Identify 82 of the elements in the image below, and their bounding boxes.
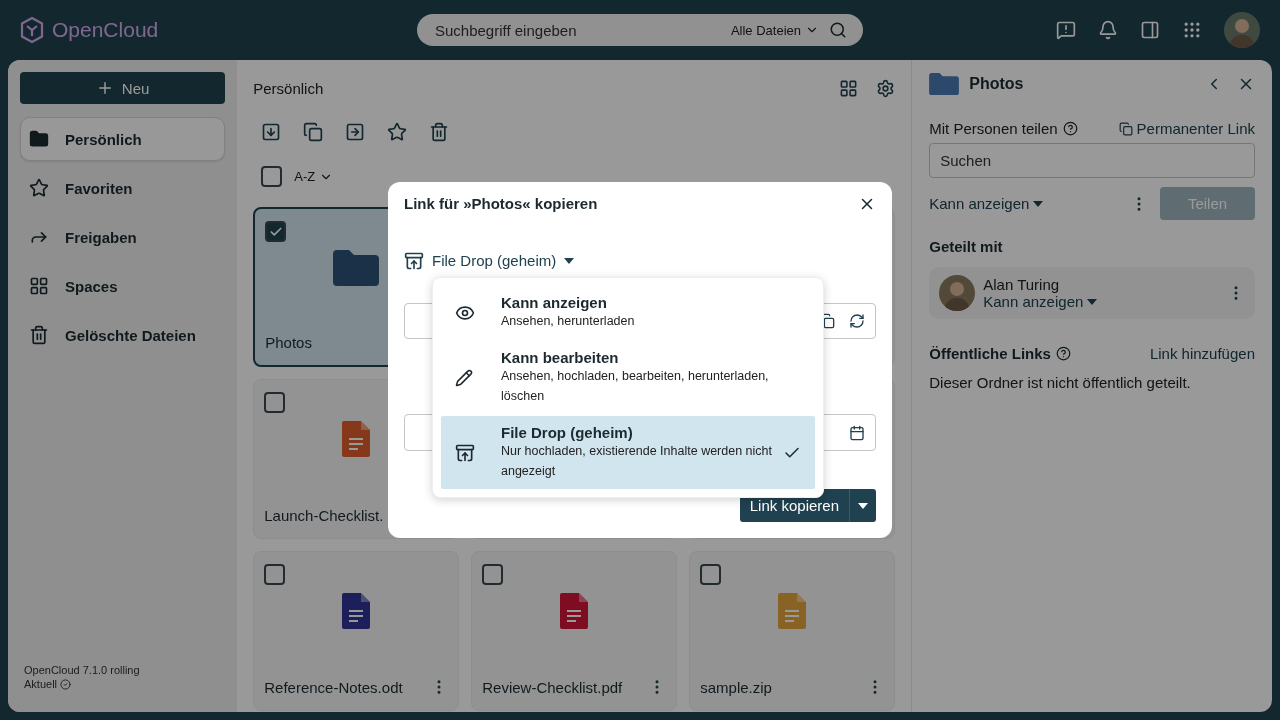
upload-box-icon [404, 250, 424, 271]
trash-icon [29, 325, 49, 345]
move-icon[interactable] [345, 122, 366, 142]
caret-icon [1087, 298, 1098, 305]
section-title: Geteilt mit [929, 238, 1004, 255]
role-dropdown[interactable]: Kann anzeigen [929, 195, 1044, 212]
copy-icon [1118, 121, 1133, 136]
user-avatar [1224, 12, 1260, 48]
checkbox[interactable] [265, 221, 287, 242]
archive-file-icon [778, 593, 807, 629]
sidebar-item[interactable]: Freigaben [20, 215, 226, 259]
folder-icon [333, 250, 380, 286]
settings-icon[interactable] [876, 78, 896, 98]
option-description: Nur hochladen, existierende Inhalte werden nicht angezeigt [501, 443, 773, 480]
file-name: Launch-Checklist. [264, 507, 384, 524]
file-card[interactable]: Reference-Notes.odt [253, 551, 460, 711]
checkbox[interactable] [482, 564, 504, 585]
help-icon[interactable] [1062, 121, 1078, 136]
calendar-icon[interactable] [849, 424, 865, 441]
sidebar-item[interactable]: Persönlich [20, 117, 226, 161]
caret-icon [1033, 200, 1044, 207]
pencil-icon [455, 368, 473, 387]
sidebar-item[interactable]: Spaces [20, 264, 226, 308]
grid-icon [29, 276, 49, 296]
help-icon[interactable] [1055, 346, 1071, 361]
checkbox[interactable] [264, 564, 286, 585]
feedback-icon[interactable] [1056, 20, 1076, 40]
user-name: Alan Turing [983, 276, 1061, 293]
file-name: sample.zip [700, 678, 772, 696]
file-name: Reference-Notes.odt [264, 678, 403, 696]
file-card[interactable]: sample.zip [689, 551, 896, 711]
breadcrumb[interactable]: Persönlich [253, 79, 324, 97]
option-title: File Drop (geheim) [501, 424, 634, 441]
presentation-file-icon [342, 421, 371, 457]
star-icon [29, 178, 49, 198]
sidebar-item[interactable]: Favoriten [20, 166, 226, 210]
option-title: Kann anzeigen [501, 294, 608, 311]
grid-view-icon[interactable] [839, 78, 859, 98]
file-name: Review-Checklist.pdf [482, 678, 623, 696]
checkbox[interactable] [264, 392, 286, 413]
status-text: Aktuell [24, 678, 58, 690]
permanent-link[interactable]: Permanenter Link [1118, 120, 1255, 137]
panel-title: Photos [969, 75, 1024, 93]
section-title: Öffentliche Links [929, 345, 1051, 362]
option-description: Ansehen, hochladen, bearbeiten, herunterladen, löschen [501, 368, 770, 405]
role-dropdown[interactable]: Kann anzeigen [983, 293, 1098, 310]
empty-message: Dieser Ordner ist nicht öffentlich geteilt. [929, 374, 1192, 391]
scope-dropdown[interactable]: Alle Dateien [730, 22, 819, 38]
option-description: Ansehen, herunterladen [501, 313, 636, 330]
refresh-icon[interactable] [849, 313, 865, 329]
sort-dropdown[interactable]: A-Z [294, 169, 334, 184]
new-button[interactable]: Neu [20, 72, 226, 104]
folder-icon [929, 73, 960, 95]
pdf-file-icon [560, 593, 589, 629]
trash-icon[interactable] [429, 122, 450, 142]
logo-text: OpenCloud [52, 18, 159, 42]
sidebar-item[interactable]: Gelöschte Dateien [20, 313, 226, 357]
upload-box-icon [455, 442, 475, 463]
role-option[interactable]: File Drop (geheim) Nur hochladen, existierende Inhalte werden nicht angezeigt [441, 416, 815, 489]
checkbox[interactable] [700, 564, 722, 585]
section-label: Mit Personen teilen [929, 120, 1058, 137]
bell-icon[interactable] [1098, 20, 1118, 40]
add-link[interactable]: Link hinzufügen [1149, 345, 1255, 362]
star-icon[interactable] [387, 122, 408, 142]
logo-icon [20, 16, 44, 44]
file-name: Photos [265, 334, 312, 351]
search-field[interactable]: Suchbegriff eingeben Alle Dateien [417, 14, 863, 46]
file-card[interactable]: Review-Checklist.pdf [471, 551, 678, 711]
download-icon[interactable] [261, 122, 282, 142]
folder-icon [29, 129, 49, 149]
document-file-icon [342, 593, 371, 629]
search-icon[interactable] [829, 21, 847, 39]
version-text: OpenCloud 7.1.0 rolling [24, 664, 141, 676]
sidebar-toggle-icon[interactable] [1140, 20, 1160, 40]
option-title: Kann bearbeiten [501, 349, 620, 366]
copy-icon[interactable] [303, 122, 324, 142]
apps-icon[interactable] [1182, 20, 1202, 40]
caret-icon [564, 257, 575, 264]
select-all-checkbox[interactable] [261, 166, 283, 187]
caret-icon [858, 502, 868, 509]
user-avatar [939, 275, 976, 311]
search-field[interactable]: Suchen [929, 143, 1255, 178]
